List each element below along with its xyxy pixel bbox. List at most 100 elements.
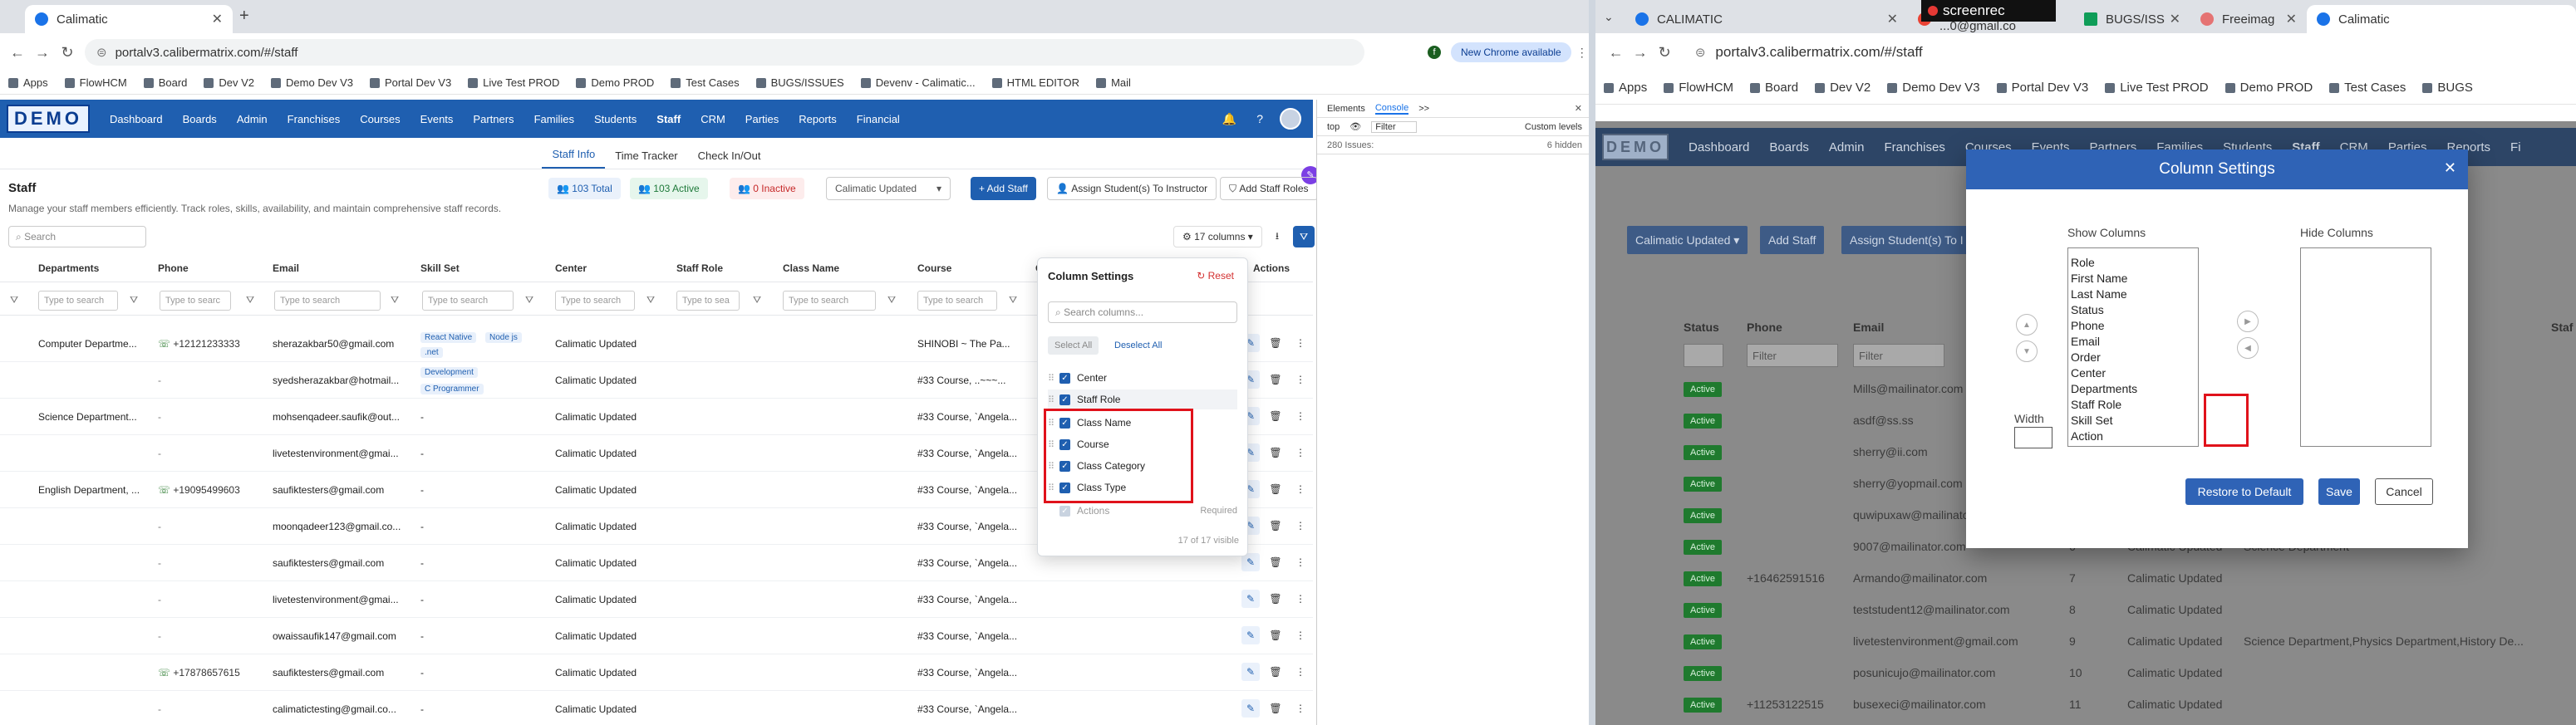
list-item[interactable]: First Name <box>2068 271 2198 287</box>
bookmark-item[interactable]: BUGS <box>2422 81 2473 95</box>
nav-financial[interactable]: Financial <box>857 113 900 125</box>
bookmark-item[interactable]: Test Cases <box>2329 81 2406 95</box>
new-chrome-available-button[interactable]: New Chrome available <box>1451 42 1571 62</box>
address-bar[interactable]: ⊜ portalv3.calibermatrix.com/#/staff <box>1683 39 2576 66</box>
checkbox-checked-icon[interactable]: ✓ <box>1059 372 1070 384</box>
filter-input-phone[interactable]: Type to searc <box>160 291 231 311</box>
site-info-icon[interactable]: ⊜ <box>96 45 107 60</box>
filter-input-class-name[interactable]: Type to search <box>783 291 876 311</box>
close-icon[interactable]: ✕ <box>1575 103 1582 114</box>
close-tab-icon[interactable]: ✕ <box>2286 11 2297 27</box>
delete-icon[interactable]: 🗑 <box>1266 517 1285 535</box>
bookmark-item[interactable]: Apps <box>1604 81 1647 95</box>
bookmark-item[interactable]: Demo PROD <box>2225 81 2313 95</box>
browser-tab[interactable]: CALIMATIC ✕ <box>1625 5 1908 33</box>
close-tab-icon[interactable]: ✕ <box>2170 11 2180 27</box>
browser-tab[interactable]: BUGS/ISS ✕ <box>2074 5 2190 33</box>
more-options-icon[interactable]: ⋮ <box>1291 626 1310 644</box>
add-staff-button[interactable]: Add Staff <box>1760 226 1825 254</box>
header-email[interactable]: Email <box>273 262 299 274</box>
filter-input-staff-role[interactable]: Type to sea <box>676 291 740 311</box>
deselect-all-button[interactable]: Deselect All <box>1114 336 1162 355</box>
back-icon[interactable]: ← <box>1604 44 1628 61</box>
more-options-icon[interactable]: ⋮ <box>1291 370 1310 389</box>
list-item[interactable]: Email <box>2068 334 2198 350</box>
checkbox-checked-icon[interactable]: ✓ <box>1059 394 1070 405</box>
delete-icon[interactable]: 🗑 <box>1266 443 1285 462</box>
list-item[interactable]: Status <box>2068 302 2198 318</box>
assign-students-button[interactable]: Assign Student(s) To I <box>1841 226 1972 254</box>
app-logo[interactable]: DEMO <box>7 105 90 133</box>
bookmark-item[interactable]: FlowHCM <box>64 76 127 89</box>
filter-icon[interactable]: ⛛ <box>646 294 655 306</box>
nav-events[interactable]: Events <box>420 113 454 125</box>
tab-time-tracker[interactable]: Time Tracker <box>605 149 687 169</box>
nav-courses[interactable]: Courses <box>360 113 400 125</box>
bookmark-item[interactable]: Board <box>143 76 187 89</box>
tab-staff-info[interactable]: Staff Info <box>542 148 606 169</box>
move-left-icon[interactable]: ◀ <box>2237 337 2259 359</box>
nav-families[interactable]: Families <box>534 113 574 125</box>
eye-icon[interactable]: 👁 <box>1349 121 1361 132</box>
bookmark-item[interactable]: Dev V2 <box>204 76 254 89</box>
more-options-icon[interactable]: ⋮ <box>1291 590 1310 608</box>
delete-icon[interactable]: 🗑 <box>1266 370 1285 389</box>
browser-tab[interactable]: Calimatic ✕ <box>25 5 233 33</box>
move-right-icon[interactable]: ▶ <box>2237 311 2259 332</box>
drag-handle-icon[interactable]: ⠿ <box>1048 373 1059 384</box>
delete-icon[interactable]: 🗑 <box>1266 590 1285 608</box>
more-options-icon[interactable]: ⋮ <box>1291 334 1310 352</box>
nav-franchises[interactable]: Franchises <box>288 113 341 125</box>
select-all-button[interactable]: Select All <box>1048 336 1099 355</box>
filter-input-skill-set[interactable]: Type to search <box>422 291 514 311</box>
columns-toggle-button[interactable]: ⚙ 17 columns ▾ <box>1173 226 1262 247</box>
list-item[interactable]: Departments <box>2068 381 2198 397</box>
move-up-icon[interactable]: ▲ <box>2016 314 2038 336</box>
edit-icon[interactable]: ✎ <box>1241 590 1260 608</box>
filter-icon[interactable]: ⛛ <box>391 294 399 306</box>
more-options-icon[interactable]: ⋮ <box>1291 407 1310 425</box>
devtools-filter-input[interactable]: Filter <box>1371 120 1417 133</box>
list-item[interactable]: Center <box>2068 365 2198 381</box>
edit-icon[interactable]: ✎ <box>1241 663 1260 681</box>
status-filter-select[interactable] <box>1684 344 1723 367</box>
nav-boards[interactable]: Boards <box>1769 140 1809 154</box>
more-options-icon[interactable]: ⋮ <box>1291 443 1310 462</box>
franchise-select[interactable]: Calimatic Updated ▾ <box>1627 226 1748 254</box>
cancel-button[interactable]: Cancel <box>2375 478 2433 505</box>
bookmark-item[interactable]: Mail <box>1096 76 1131 89</box>
more-options-icon[interactable]: ⋮ <box>1291 699 1310 718</box>
list-item[interactable]: Skill Set <box>2068 413 2198 429</box>
list-item[interactable]: Action <box>2068 429 2198 444</box>
nav-students[interactable]: Students <box>594 113 637 125</box>
column-search-input[interactable]: ⌕ Search columns... <box>1048 301 1237 323</box>
phone-filter-input[interactable]: Filter <box>1747 344 1838 367</box>
download-icon[interactable]: ⭳ <box>1266 226 1288 247</box>
nav-staff[interactable]: Staff <box>656 113 681 125</box>
bookmark-item[interactable]: Live Test PROD <box>2105 81 2209 95</box>
header-departments[interactable]: Departments <box>38 262 99 274</box>
delete-icon[interactable]: 🗑 <box>1266 626 1285 644</box>
bookmark-item[interactable]: Demo Dev V3 <box>271 76 353 89</box>
close-icon[interactable]: ✕ <box>2444 159 2456 177</box>
delete-icon[interactable]: 🗑 <box>1266 553 1285 571</box>
browser-tab[interactable]: Calimatic <box>2307 5 2576 33</box>
profile-avatar[interactable]: f <box>1428 46 1441 59</box>
column-option[interactable]: ⠿ ✓ Staff Role <box>1048 389 1237 409</box>
add-staff-roles-button[interactable]: ⛉ Add Staff Roles <box>1220 177 1318 200</box>
drag-handle-icon[interactable]: ⠿ <box>1048 394 1059 405</box>
header-status[interactable]: Status <box>1684 321 1719 334</box>
nav-admin[interactable]: Admin <box>237 113 268 125</box>
filter-input-course[interactable]: Type to search <box>917 291 997 311</box>
browser-tab[interactable]: Freeimag ✕ <box>2190 5 2307 33</box>
more-options-icon[interactable]: ⋮ <box>1291 480 1310 498</box>
header-phone[interactable]: Phone <box>158 262 189 274</box>
filter-icon[interactable]: ⛛ <box>753 294 761 306</box>
nav-franchises[interactable]: Franchises <box>1884 140 1944 154</box>
staff-search-input[interactable]: ⌕ Search <box>8 226 146 247</box>
save-button[interactable]: Save <box>2318 478 2360 505</box>
devtools-tab-elements[interactable]: Elements <box>1327 104 1365 114</box>
franchise-select[interactable]: Calimatic Updated ▾ <box>826 177 951 200</box>
nav-financial[interactable]: Fi <box>2510 140 2521 154</box>
filter-icon[interactable]: ⛛ <box>246 294 254 306</box>
